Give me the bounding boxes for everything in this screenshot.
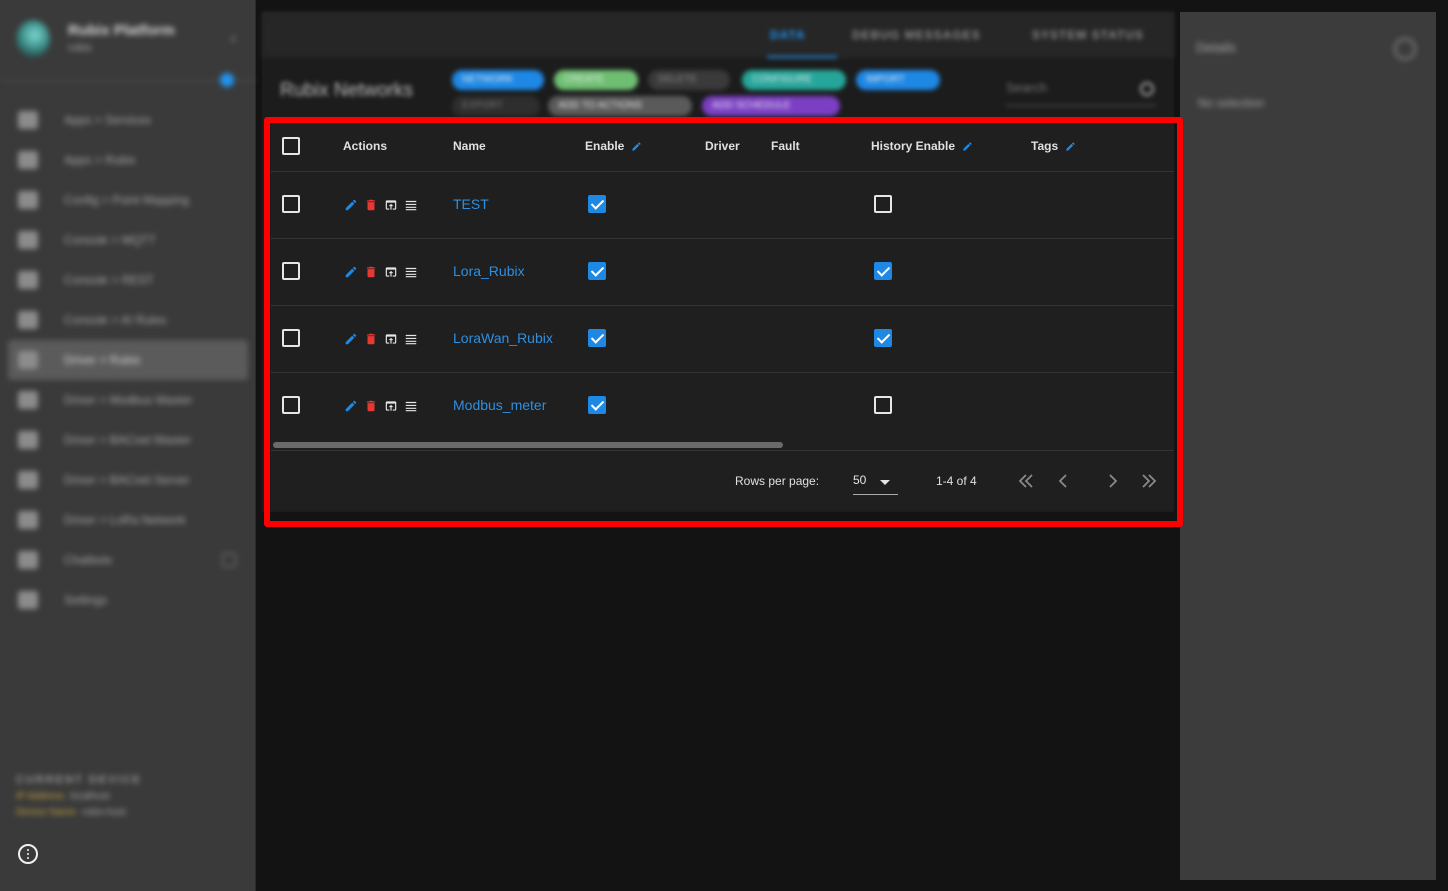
sidebar-item-console-rest[interactable]: Console > REST — [8, 260, 248, 300]
export-chip[interactable]: EXPORT — [452, 96, 540, 116]
network-chip[interactable]: NETWORK — [452, 70, 544, 90]
sidebar: Rubix Platform rubix ‹ Apps > Services A… — [0, 0, 256, 891]
sidebar-item-settings[interactable]: Settings — [8, 580, 248, 620]
cloud-icon — [18, 351, 38, 369]
sidebar-nav: Apps > Services Apps > Rubix Config > Po… — [8, 100, 248, 620]
right-panel: Details No selection — [1180, 12, 1436, 880]
close-panel-icon[interactable] — [1394, 38, 1416, 60]
apps-icon — [18, 151, 38, 169]
chat-icon — [18, 551, 38, 569]
sidebar-item-apps-services[interactable]: Apps > Services — [8, 100, 248, 140]
settings-icon — [18, 591, 38, 609]
sidebar-header: Rubix Platform rubix ‹ — [16, 18, 246, 62]
lora-icon — [18, 511, 38, 529]
sidebar-item-driver-bacnet-master[interactable]: Driver > BACnet Master — [8, 420, 248, 460]
sidebar-item-driver-bacnet-server[interactable]: Driver > BACnet Server — [8, 460, 248, 500]
search-input[interactable]: Search — [1006, 80, 1156, 106]
server-icon — [18, 471, 38, 489]
collapse-sidebar-icon[interactable]: ‹ — [231, 30, 236, 48]
top-tab-bar: DATA DEBUG MESSAGES SYSTEM STATUS — [262, 12, 1174, 58]
right-panel-title: Details — [1196, 40, 1236, 55]
sidebar-item-console-ai-rules[interactable]: Console > AI Rules — [8, 300, 248, 340]
sidebar-item-driver-rubix[interactable]: Driver > Rubix — [8, 340, 248, 380]
app-logo — [16, 20, 50, 58]
tab-debug-messages[interactable]: DEBUG MESSAGES — [852, 28, 981, 42]
rest-icon — [18, 271, 38, 289]
grid-icon — [18, 111, 38, 129]
device-ip-row: IP Address localhost — [16, 791, 110, 802]
tab-data[interactable]: DATA — [770, 28, 806, 42]
bacnet-icon — [18, 431, 38, 449]
sidebar-item-console-mqtt[interactable]: Console > MQTT — [8, 220, 248, 260]
add-schedule-chip[interactable]: ADD SCHEDULE — [702, 96, 840, 116]
search-icon — [1140, 82, 1154, 96]
device-name-row: Device Name rubix-host — [16, 807, 126, 818]
page-title: Rubix Networks — [280, 80, 414, 101]
modbus-icon — [18, 391, 38, 409]
sidebar-item-chatbots[interactable]: Chatbots — [8, 540, 248, 580]
current-device-title: CURRENT DEVICE — [16, 774, 142, 786]
info-icon[interactable] — [18, 844, 38, 864]
highlight-box — [264, 117, 1183, 527]
current-device-info: CURRENT DEVICE IP Address localhost Devic… — [16, 774, 236, 818]
create-chip[interactable]: CREATE — [554, 70, 638, 90]
sidebar-divider — [0, 80, 256, 81]
sidebar-item-driver-lora[interactable]: Driver > LoRa Network — [8, 500, 248, 540]
add-to-actions-chip[interactable]: ADD TO ACTIONS — [548, 96, 692, 116]
app-subtitle: rubix — [68, 42, 92, 54]
mqtt-icon — [18, 231, 38, 249]
right-panel-item[interactable]: No selection — [1198, 96, 1264, 110]
import-chip[interactable]: IMPORT — [856, 70, 940, 90]
page-toolbar: Rubix Networks NETWORK CREATE DELETE CON… — [262, 58, 1174, 118]
delete-chip[interactable]: DELETE — [648, 70, 730, 90]
sidebar-item-apps-rubix[interactable]: Apps > Rubix — [8, 140, 248, 180]
sidebar-item-point-mapping[interactable]: Config > Point Mapping — [8, 180, 248, 220]
tab-system-status[interactable]: SYSTEM STATUS — [1032, 28, 1144, 42]
notification-dot-icon[interactable] — [220, 73, 234, 87]
sidebar-item-driver-modbus[interactable]: Driver > Modbus Master — [8, 380, 248, 420]
mapping-icon — [18, 191, 38, 209]
rules-icon — [18, 311, 38, 329]
app-title: Rubix Platform — [68, 22, 175, 39]
configure-chip[interactable]: CONFIGURE — [742, 70, 846, 90]
expand-icon — [222, 553, 236, 567]
